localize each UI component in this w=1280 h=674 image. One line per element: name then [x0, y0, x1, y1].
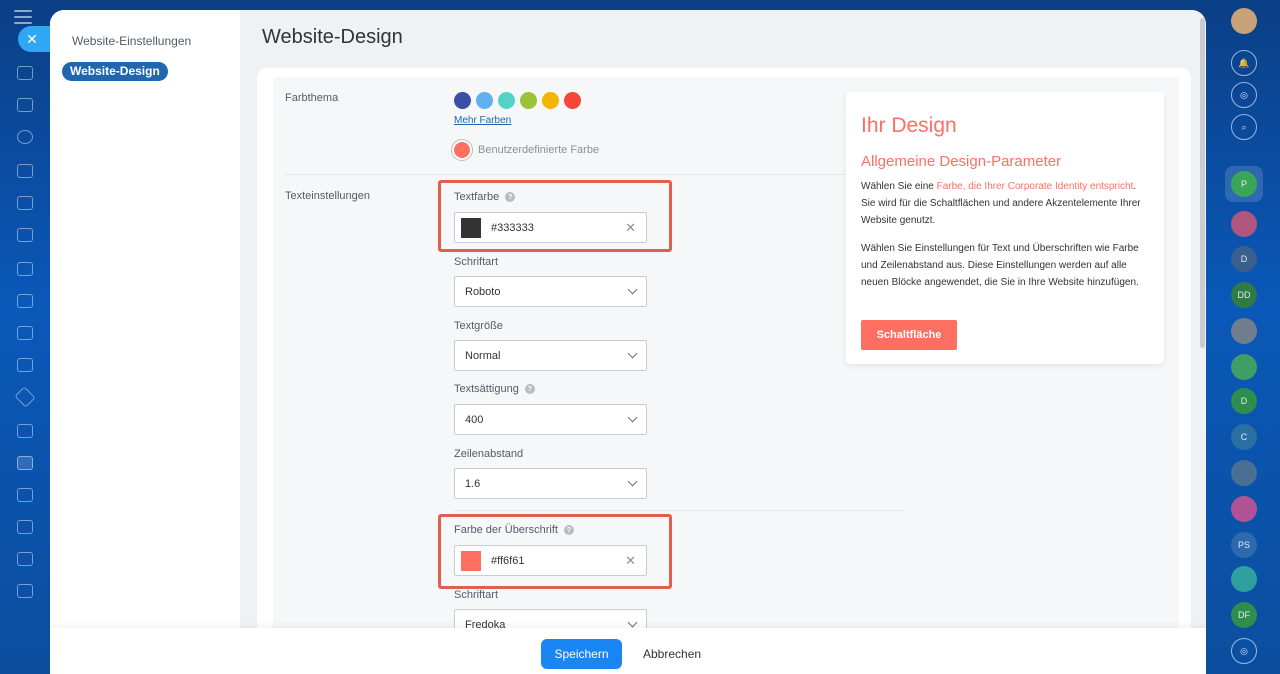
design-preview-card: Ihr Design Allgemeine Design-Parameter W…	[846, 92, 1164, 364]
font-select-value: Roboto	[465, 285, 501, 298]
sidebar-item-website-design[interactable]: Website-Design	[62, 62, 168, 81]
mail-icon[interactable]	[17, 358, 33, 372]
save-button[interactable]: Speichern	[541, 639, 622, 669]
cancel-button[interactable]: Abbrechen	[643, 647, 701, 661]
chevron-down-icon	[627, 476, 638, 487]
checklist-icon[interactable]	[17, 326, 33, 340]
chevron-down-icon	[627, 412, 638, 423]
page-title: Website-Design	[262, 26, 403, 48]
filter-icon[interactable]	[17, 552, 33, 566]
custom-color-swatch[interactable]	[452, 140, 472, 160]
custom-color-label: Benutzerdefinierte Farbe	[478, 144, 600, 156]
scrollbar[interactable]	[1200, 18, 1205, 348]
left-navigation-rail: ✕	[0, 0, 50, 674]
contact-avatar[interactable]	[1231, 460, 1257, 486]
contact-avatar[interactable]: D	[1231, 246, 1257, 272]
text-weight-select-value: 400	[465, 413, 484, 426]
edit-icon[interactable]	[17, 424, 33, 438]
preview-subtitle: Allgemeine Design-Parameter	[861, 153, 1062, 170]
contact-avatar[interactable]	[1231, 496, 1257, 522]
crm-icon[interactable]	[17, 130, 33, 144]
theme-swatch-4[interactable]	[520, 92, 537, 109]
text-size-label: Textgröße	[454, 320, 503, 332]
close-icon[interactable]: ✕	[18, 26, 50, 52]
text-weight-label: Textsättigung ?	[454, 383, 535, 395]
tasks-icon[interactable]	[17, 98, 33, 112]
custom-color-option[interactable]: Benutzerdefinierte Farbe	[452, 140, 599, 160]
line-height-select[interactable]: 1.6	[454, 468, 647, 499]
reports-icon[interactable]	[17, 294, 33, 308]
preview-p1-accent: Farbe, die Ihrer Corporate Identity ents…	[936, 181, 1134, 192]
highlight-box-heading-color	[438, 514, 672, 589]
contact-avatar[interactable]: D	[1231, 388, 1257, 414]
contact-avatar[interactable]	[1231, 566, 1257, 592]
font-label: Schriftart	[454, 256, 499, 268]
color-theme-label: Farbthema	[285, 92, 339, 104]
settings-sidebar: Website-Einstellungen Website-Design	[50, 10, 240, 674]
store-icon[interactable]	[17, 488, 33, 502]
chevron-down-icon	[627, 284, 638, 295]
chevron-down-icon	[627, 617, 638, 628]
contact-avatar[interactable]: C	[1231, 424, 1257, 450]
heading-font-label: Schriftart	[454, 589, 499, 601]
divider	[285, 174, 903, 175]
chat-icon[interactable]	[17, 196, 33, 210]
calendar-icon[interactable]	[17, 228, 33, 242]
preview-p1-start: Wählen Sie eine	[861, 181, 937, 192]
contact-avatar[interactable]: PS	[1231, 532, 1257, 558]
lock-icon[interactable]	[17, 584, 33, 598]
contact-avatar[interactable]: DF	[1231, 602, 1257, 628]
theme-swatch-5[interactable]	[542, 92, 559, 109]
feed-icon[interactable]	[17, 520, 33, 534]
line-height-label: Zeilenabstand	[454, 448, 524, 460]
preview-paragraph-2: Wählen Sie Einstellungen für Text und Üb…	[861, 243, 1139, 288]
contact-avatar[interactable]: P	[1231, 171, 1257, 197]
line-height-select-value: 1.6	[465, 477, 481, 490]
font-select[interactable]: Roboto	[454, 276, 647, 307]
settings-panel: Website-Einstellungen Website-Design Web…	[50, 10, 1206, 674]
shop-icon[interactable]	[17, 456, 33, 470]
contact-avatar[interactable]	[1231, 211, 1257, 237]
assistant-icon[interactable]: ◎	[1231, 638, 1257, 664]
home-icon[interactable]	[17, 66, 33, 80]
payments-icon[interactable]	[17, 262, 33, 276]
divider	[454, 510, 903, 511]
preview-title: Ihr Design	[861, 114, 957, 137]
contact-avatar[interactable]: DD	[1231, 282, 1257, 308]
text-weight-label-text: Textsättigung	[454, 383, 519, 395]
search-chat-icon[interactable]: ⌕	[1231, 114, 1257, 140]
more-colors-link[interactable]: Mehr Farben	[454, 115, 511, 126]
text-settings-label: Texteinstellungen	[285, 190, 371, 202]
text-weight-select[interactable]: 400	[454, 404, 647, 435]
footer-bar: Speichern Abbrechen	[50, 628, 1206, 674]
automation-icon[interactable]	[14, 386, 36, 408]
menu-icon[interactable]	[14, 10, 32, 24]
preview-paragraph-1: Wählen Sie eine Farbe, die Ihrer Corpora…	[861, 178, 1151, 229]
theme-swatch-2[interactable]	[476, 92, 493, 109]
theme-swatch-1[interactable]	[454, 92, 471, 109]
contact-avatar[interactable]	[1231, 318, 1257, 344]
theme-swatch-3[interactable]	[498, 92, 515, 109]
help-icon[interactable]: ?	[524, 384, 535, 394]
user-avatar[interactable]	[1231, 8, 1257, 34]
chevron-down-icon	[627, 348, 638, 359]
documents-icon[interactable]	[17, 164, 33, 178]
contact-avatar[interactable]	[1231, 354, 1257, 380]
text-size-select-value: Normal	[465, 349, 501, 362]
preview-button[interactable]: Schaltfläche	[861, 320, 957, 350]
highlight-box-text-color	[438, 180, 672, 252]
activity-icon[interactable]: ◎	[1231, 82, 1257, 108]
theme-swatch-6[interactable]	[564, 92, 581, 109]
right-contacts-rail: 🔔 ◎ ⌕ P D DD D C PS DF ◎	[1218, 0, 1280, 674]
sidebar-title[interactable]: Website-Einstellungen	[72, 34, 191, 48]
notifications-icon[interactable]: 🔔	[1231, 50, 1257, 76]
text-size-select[interactable]: Normal	[454, 340, 647, 371]
